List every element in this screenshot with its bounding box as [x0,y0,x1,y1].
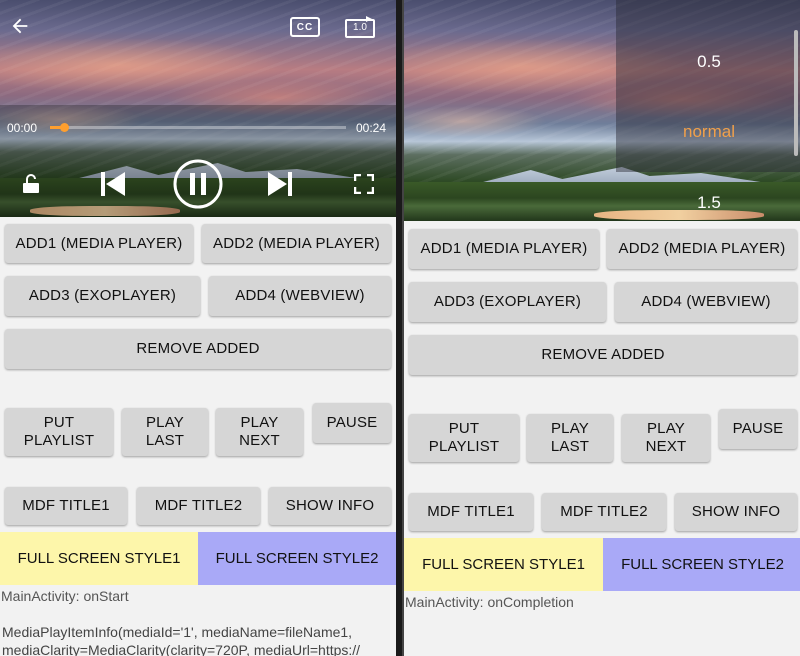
log-status-text: MainActivity: onStart [1,588,129,604]
play-next-label-line1: PLAY [646,420,686,437]
play-last-label-line2: LAST [145,432,185,449]
video-player[interactable]: 0.5 normal 1.5 [404,0,800,221]
put-playlist-label-line1: PUT [43,414,75,431]
add1-media-player-button[interactable]: ADD1 (MEDIA PLAYER) [5,224,193,263]
put-playlist-label-line2: PLAYLIST [428,438,500,455]
put-playlist-button[interactable]: PUT PLAYLIST [409,414,519,462]
put-playlist-label-line1: PUT [448,420,480,437]
pause-button[interactable]: PAUSE [719,409,797,449]
add3-exoplayer-button[interactable]: ADD3 (EXOPLAYER) [5,276,200,316]
play-last-button[interactable]: PLAY LAST [527,414,613,462]
log-status-text: MainActivity: onCompletion [405,594,574,610]
add2-media-player-button[interactable]: ADD2 (MEDIA PLAYER) [202,224,391,263]
play-next-label-line2: NEXT [645,438,687,455]
speed-option-0-5[interactable]: 0.5 [616,52,800,72]
mdf-title1-button[interactable]: MDF TITLE1 [5,487,127,525]
log-info-line2: mediaClarity=MediaClarity(clarity=720P, … [2,642,361,656]
full-screen-style1-button[interactable]: FULL SCREEN STYLE1 [404,538,603,591]
speed-selection-panel [616,0,800,172]
playback-speed-icon[interactable]: 1.0 [344,16,376,38]
skip-previous-icon[interactable] [100,170,126,198]
full-screen-style1-button[interactable]: FULL SCREEN STYLE1 [0,532,198,585]
add4-webview-button[interactable]: ADD4 (WEBVIEW) [209,276,391,316]
speed-option-1-5[interactable]: 1.5 [616,193,800,213]
play-next-button[interactable]: PLAY NEXT [216,408,303,456]
full-screen-style2-button[interactable]: FULL SCREEN STYLE2 [603,538,800,591]
video-player[interactable]: CC 1.0 00:00 00:24 [0,0,396,217]
play-next-label-line2: NEXT [239,432,280,449]
closed-caption-icon[interactable]: CC [290,17,320,37]
play-last-label-line2: LAST [550,438,590,455]
pause-button[interactable]: PAUSE [313,403,391,443]
right-phone-screen: 0.5 normal 1.5 ADD1 (MEDIA PLAYER) ADD2 … [402,0,800,656]
left-phone-screen: CC 1.0 00:00 00:24 ADD1 (MEDIA PLAYER) A… [0,0,396,656]
current-time: 00:00 [7,121,38,135]
speed-list-scrollbar[interactable] [794,30,798,156]
show-info-button[interactable]: SHOW INFO [675,493,797,531]
remove-added-button[interactable]: REMOVE ADDED [409,335,797,375]
mdf-title2-button[interactable]: MDF TITLE2 [137,487,260,525]
unlock-icon[interactable] [20,173,42,195]
show-info-button[interactable]: SHOW INFO [269,487,391,525]
fullscreen-icon[interactable] [352,172,376,196]
play-next-button[interactable]: PLAY NEXT [622,414,710,462]
back-arrow-icon[interactable] [8,14,32,38]
full-screen-style2-button[interactable]: FULL SCREEN STYLE2 [198,532,396,585]
mdf-title1-button[interactable]: MDF TITLE1 [409,493,533,531]
add4-webview-button[interactable]: ADD4 (WEBVIEW) [615,282,797,322]
play-next-label-line1: PLAY [240,414,279,431]
play-last-label-line1: PLAY [145,414,185,431]
mdf-title2-button[interactable]: MDF TITLE2 [542,493,666,531]
play-last-button[interactable]: PLAY LAST [122,408,208,456]
play-last-label-line1: PLAY [550,420,590,437]
remove-added-button[interactable]: REMOVE ADDED [5,329,391,369]
closed-caption-label: CC [296,21,314,33]
pause-icon[interactable] [173,159,223,209]
seek-progress [50,126,64,129]
log-info-line1: MediaPlayItemInfo(mediaId='1', mediaName… [2,624,353,640]
skip-next-icon[interactable] [267,170,293,198]
add3-exoplayer-button[interactable]: ADD3 (EXOPLAYER) [409,282,606,322]
seek-bar[interactable] [50,123,346,132]
add1-media-player-button[interactable]: ADD1 (MEDIA PLAYER) [409,229,599,269]
speed-badge-label: 1.0 [353,22,367,33]
speed-option-normal[interactable]: normal [616,122,800,142]
total-time: 00:24 [356,121,387,135]
put-playlist-button[interactable]: PUT PLAYLIST [5,408,113,456]
add2-media-player-button[interactable]: ADD2 (MEDIA PLAYER) [607,229,797,269]
put-playlist-label-line2: PLAYLIST [23,432,95,449]
